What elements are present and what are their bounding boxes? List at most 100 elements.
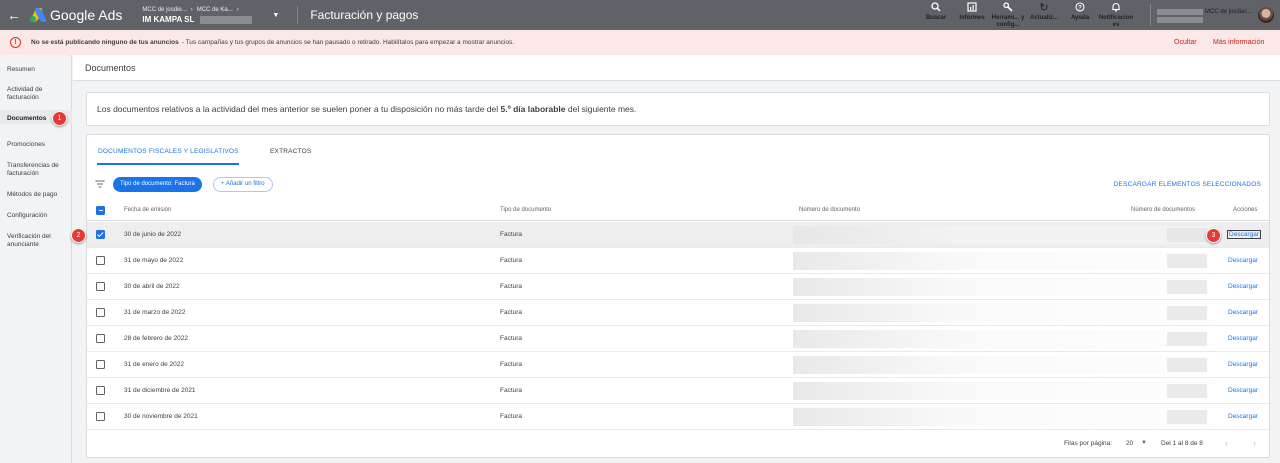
- row-checkbox[interactable]: [96, 230, 105, 239]
- reports-button[interactable]: Informes: [954, 0, 990, 30]
- breadcrumb-item[interactable]: MCC de Ka...: [197, 5, 233, 15]
- document-type: Factura: [500, 335, 523, 342]
- column-header-doc-count[interactable]: Número de documentos: [1131, 207, 1195, 213]
- avatar[interactable]: [1258, 7, 1275, 23]
- table-row[interactable]: 30 de noviembre de 2021 Factura Descarga…: [87, 404, 1269, 430]
- redacted-document-count: [1167, 332, 1207, 346]
- issue-date: 30 de abril de 2022: [124, 283, 180, 290]
- rows-per-page-label: Filas por página:: [1064, 440, 1113, 447]
- back-arrow-icon[interactable]: ←: [2, 7, 26, 23]
- more-info-link[interactable]: Más información: [1213, 39, 1264, 46]
- tab-statements[interactable]: EXTRACTOS: [270, 148, 311, 155]
- redacted-document-number: [793, 408, 1213, 426]
- download-link[interactable]: Descargar: [1227, 230, 1261, 239]
- redacted-document-number: [793, 356, 1213, 374]
- next-page-icon[interactable]: ›: [1253, 438, 1256, 448]
- account-selector[interactable]: MCC de josdie... › MCC de Ka... › IM KAM…: [142, 5, 253, 25]
- issue-date: 28 de febrero de 2022: [124, 335, 188, 342]
- redacted-account-id: [200, 16, 253, 24]
- account-name-row: IM KAMPA SL: [142, 15, 253, 25]
- row-checkbox[interactable]: [96, 308, 105, 317]
- tab-fiscal-documents[interactable]: DOCUMENTOS FISCALES Y LEGISLATIVOS: [98, 148, 239, 155]
- tools-button[interactable]: Herrami... y config...: [990, 0, 1026, 30]
- hide-alert-link[interactable]: Ocultar: [1174, 39, 1197, 46]
- redacted-document-number: [793, 252, 1213, 270]
- table-row[interactable]: 31 de diciembre de 2021 Factura Descarga…: [87, 378, 1269, 404]
- document-type: Factura: [500, 387, 523, 394]
- column-header-doc-number[interactable]: Número de documento: [799, 207, 860, 213]
- reports-icon: [967, 2, 977, 15]
- redacted-document-count: [1167, 280, 1207, 294]
- row-checkbox[interactable]: [96, 256, 105, 265]
- download-link[interactable]: Descargar: [1228, 361, 1258, 368]
- table-row[interactable]: 28 de febrero de 2022 Factura Descargar: [87, 326, 1269, 352]
- google-ads-logo[interactable]: Google Ads: [29, 7, 123, 23]
- notice-bold-text: 5.º día laborable: [500, 104, 566, 114]
- table-row[interactable]: 31 de marzo de 2022 Factura Descargar: [87, 300, 1269, 326]
- alert-message: - Tus campañas y tus grupos de anuncios …: [181, 39, 515, 46]
- download-link[interactable]: Descargar: [1228, 309, 1258, 316]
- column-header-date[interactable]: Fecha de emisión: [124, 207, 171, 213]
- step-marker-1: 1: [52, 111, 67, 126]
- refresh-button[interactable]: ↻ Actualiz...: [1026, 0, 1062, 30]
- error-icon: !: [10, 37, 21, 48]
- add-filter-button[interactable]: + Añadir un filtro: [213, 177, 273, 192]
- svg-text:?: ?: [1078, 5, 1082, 11]
- account-breadcrumb: MCC de josdie... › MCC de Ka... ›: [142, 5, 252, 15]
- table-row[interactable]: 30 de junio de 2022 Factura Descargar: [87, 222, 1269, 248]
- table-row[interactable]: 31 de enero de 2022 Factura Descargar: [87, 352, 1269, 378]
- redacted-document-count: [1167, 254, 1207, 268]
- redacted-document-number: [793, 226, 1213, 244]
- dropdown-caret-icon[interactable]: ▼: [272, 12, 279, 19]
- sidebar-item-configuracion[interactable]: Configuración: [7, 212, 69, 220]
- table-row[interactable]: 30 de abril de 2022 Factura Descargar: [87, 274, 1269, 300]
- download-link[interactable]: Descargar: [1228, 257, 1258, 264]
- download-link[interactable]: Descargar: [1228, 283, 1258, 290]
- app-name: Google Ads: [50, 7, 123, 23]
- sidebar-item-resumen[interactable]: Resumen: [7, 66, 69, 74]
- dropdown-caret-icon[interactable]: ▼: [1141, 440, 1147, 446]
- help-icon: ?: [1075, 2, 1085, 15]
- redacted-email: [1157, 9, 1203, 15]
- chevron-right-icon: ›: [236, 7, 239, 13]
- download-link[interactable]: Descargar: [1228, 335, 1258, 342]
- notice-text-end: del siguiente mes.: [565, 104, 637, 114]
- table-row[interactable]: 31 de mayo de 2022 Factura Descargar: [87, 248, 1269, 274]
- row-checkbox[interactable]: [96, 282, 105, 291]
- redacted-document-number: [793, 278, 1213, 296]
- redacted-document-count: [1167, 358, 1207, 372]
- sidebar-item-transferencias[interactable]: Transferencias de facturación: [7, 162, 69, 178]
- sidebar-item-metodos-pago[interactable]: Métodos de pago: [7, 191, 69, 199]
- download-selected-button[interactable]: DESCARGAR ELEMENTOS SELECCIONADOS: [1114, 181, 1261, 188]
- row-checkbox[interactable]: [96, 360, 105, 369]
- column-header-type[interactable]: Tipo de documento: [500, 207, 551, 213]
- row-checkbox[interactable]: [96, 386, 105, 395]
- account-menu[interactable]: MCC de josdiac...: [1150, 0, 1275, 30]
- redacted-document-count: [1167, 228, 1207, 242]
- filter-icon[interactable]: [95, 180, 105, 190]
- rows-per-page-select[interactable]: 20: [1126, 440, 1133, 447]
- page-header: Documentos: [73, 55, 1280, 81]
- download-link[interactable]: Descargar: [1228, 387, 1258, 394]
- select-all-checkbox[interactable]: [96, 206, 105, 215]
- user-account-info: MCC de josdiac...: [1157, 8, 1252, 23]
- redacted-document-count: [1167, 410, 1207, 424]
- alert-title: No se está publicando ninguno de tus anu…: [31, 39, 179, 46]
- notifications-button[interactable]: Notificacion es: [1098, 0, 1134, 30]
- sidebar-item-promociones[interactable]: Promociones: [7, 141, 69, 149]
- sidebar-item-verificacion[interactable]: Verificación del anunciante: [7, 233, 69, 249]
- help-button[interactable]: ? Ayuda: [1062, 0, 1098, 30]
- search-button[interactable]: Buscar: [918, 0, 954, 30]
- breadcrumb-item[interactable]: MCC de josdie...: [142, 5, 186, 15]
- row-checkbox[interactable]: [96, 334, 105, 343]
- sidebar-item-actividad[interactable]: Actividad de facturación: [7, 86, 69, 102]
- download-link[interactable]: Descargar: [1228, 413, 1258, 420]
- refresh-icon: ↻: [1039, 2, 1049, 14]
- refresh-label: Actualiz...: [1029, 15, 1058, 21]
- previous-page-icon[interactable]: ‹: [1225, 438, 1228, 448]
- redacted-document-count: [1167, 384, 1207, 398]
- divider: [1150, 4, 1151, 26]
- document-type-filter-chip[interactable]: Tipo de documento: Factura: [113, 177, 202, 192]
- row-checkbox[interactable]: [96, 412, 105, 421]
- redacted-document-number: [793, 382, 1213, 400]
